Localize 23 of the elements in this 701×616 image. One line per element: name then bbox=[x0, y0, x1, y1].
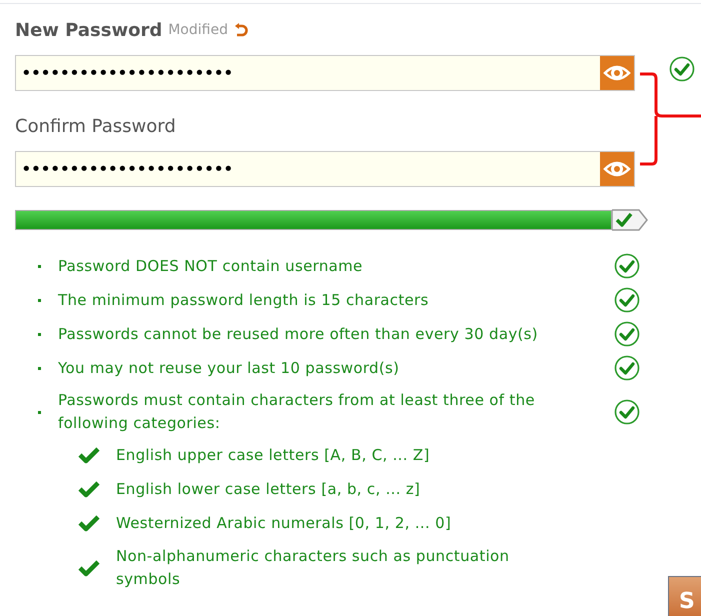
field-label: Confirm Password bbox=[15, 115, 176, 139]
category-text: English lower case letters [a, b, c, ... z] bbox=[116, 478, 420, 500]
rule-text: The minimum password length is 15 characters bbox=[58, 290, 430, 310]
bullet-icon bbox=[38, 298, 41, 302]
show-password-button[interactable] bbox=[600, 56, 634, 90]
bullet-icon bbox=[38, 410, 41, 414]
category-text: Westernized Arabic numerals [0, 1, 2, ... 0] bbox=[116, 512, 452, 534]
bullet-icon bbox=[38, 332, 41, 336]
show-password-button[interactable] bbox=[600, 152, 634, 186]
bullet-icon bbox=[38, 366, 41, 370]
category-text: Non-alphanumeric characters such as punctuation symbols bbox=[116, 546, 510, 590]
rule-text: Password DOES NOT contain username bbox=[58, 256, 364, 276]
rule-text: Passwords cannot be reused more often than every 30 day(s) bbox=[58, 324, 539, 344]
category-text: English upper case letters [A, B, C, ... Z] bbox=[116, 444, 430, 466]
rule-text: Passwords must contain characters from at least three of the following categories: bbox=[58, 390, 536, 434]
password-field[interactable]: •••••••••••••••••••••• bbox=[15, 151, 635, 187]
bullet-icon bbox=[38, 264, 41, 268]
eye-icon bbox=[603, 160, 631, 178]
modified-note: Modified bbox=[168, 21, 228, 40]
rule-text: You may not reuse your last 10 password(s) bbox=[58, 358, 400, 378]
eye-icon bbox=[603, 64, 631, 82]
field-label: New Password bbox=[15, 19, 162, 43]
undo-icon bbox=[234, 22, 248, 38]
